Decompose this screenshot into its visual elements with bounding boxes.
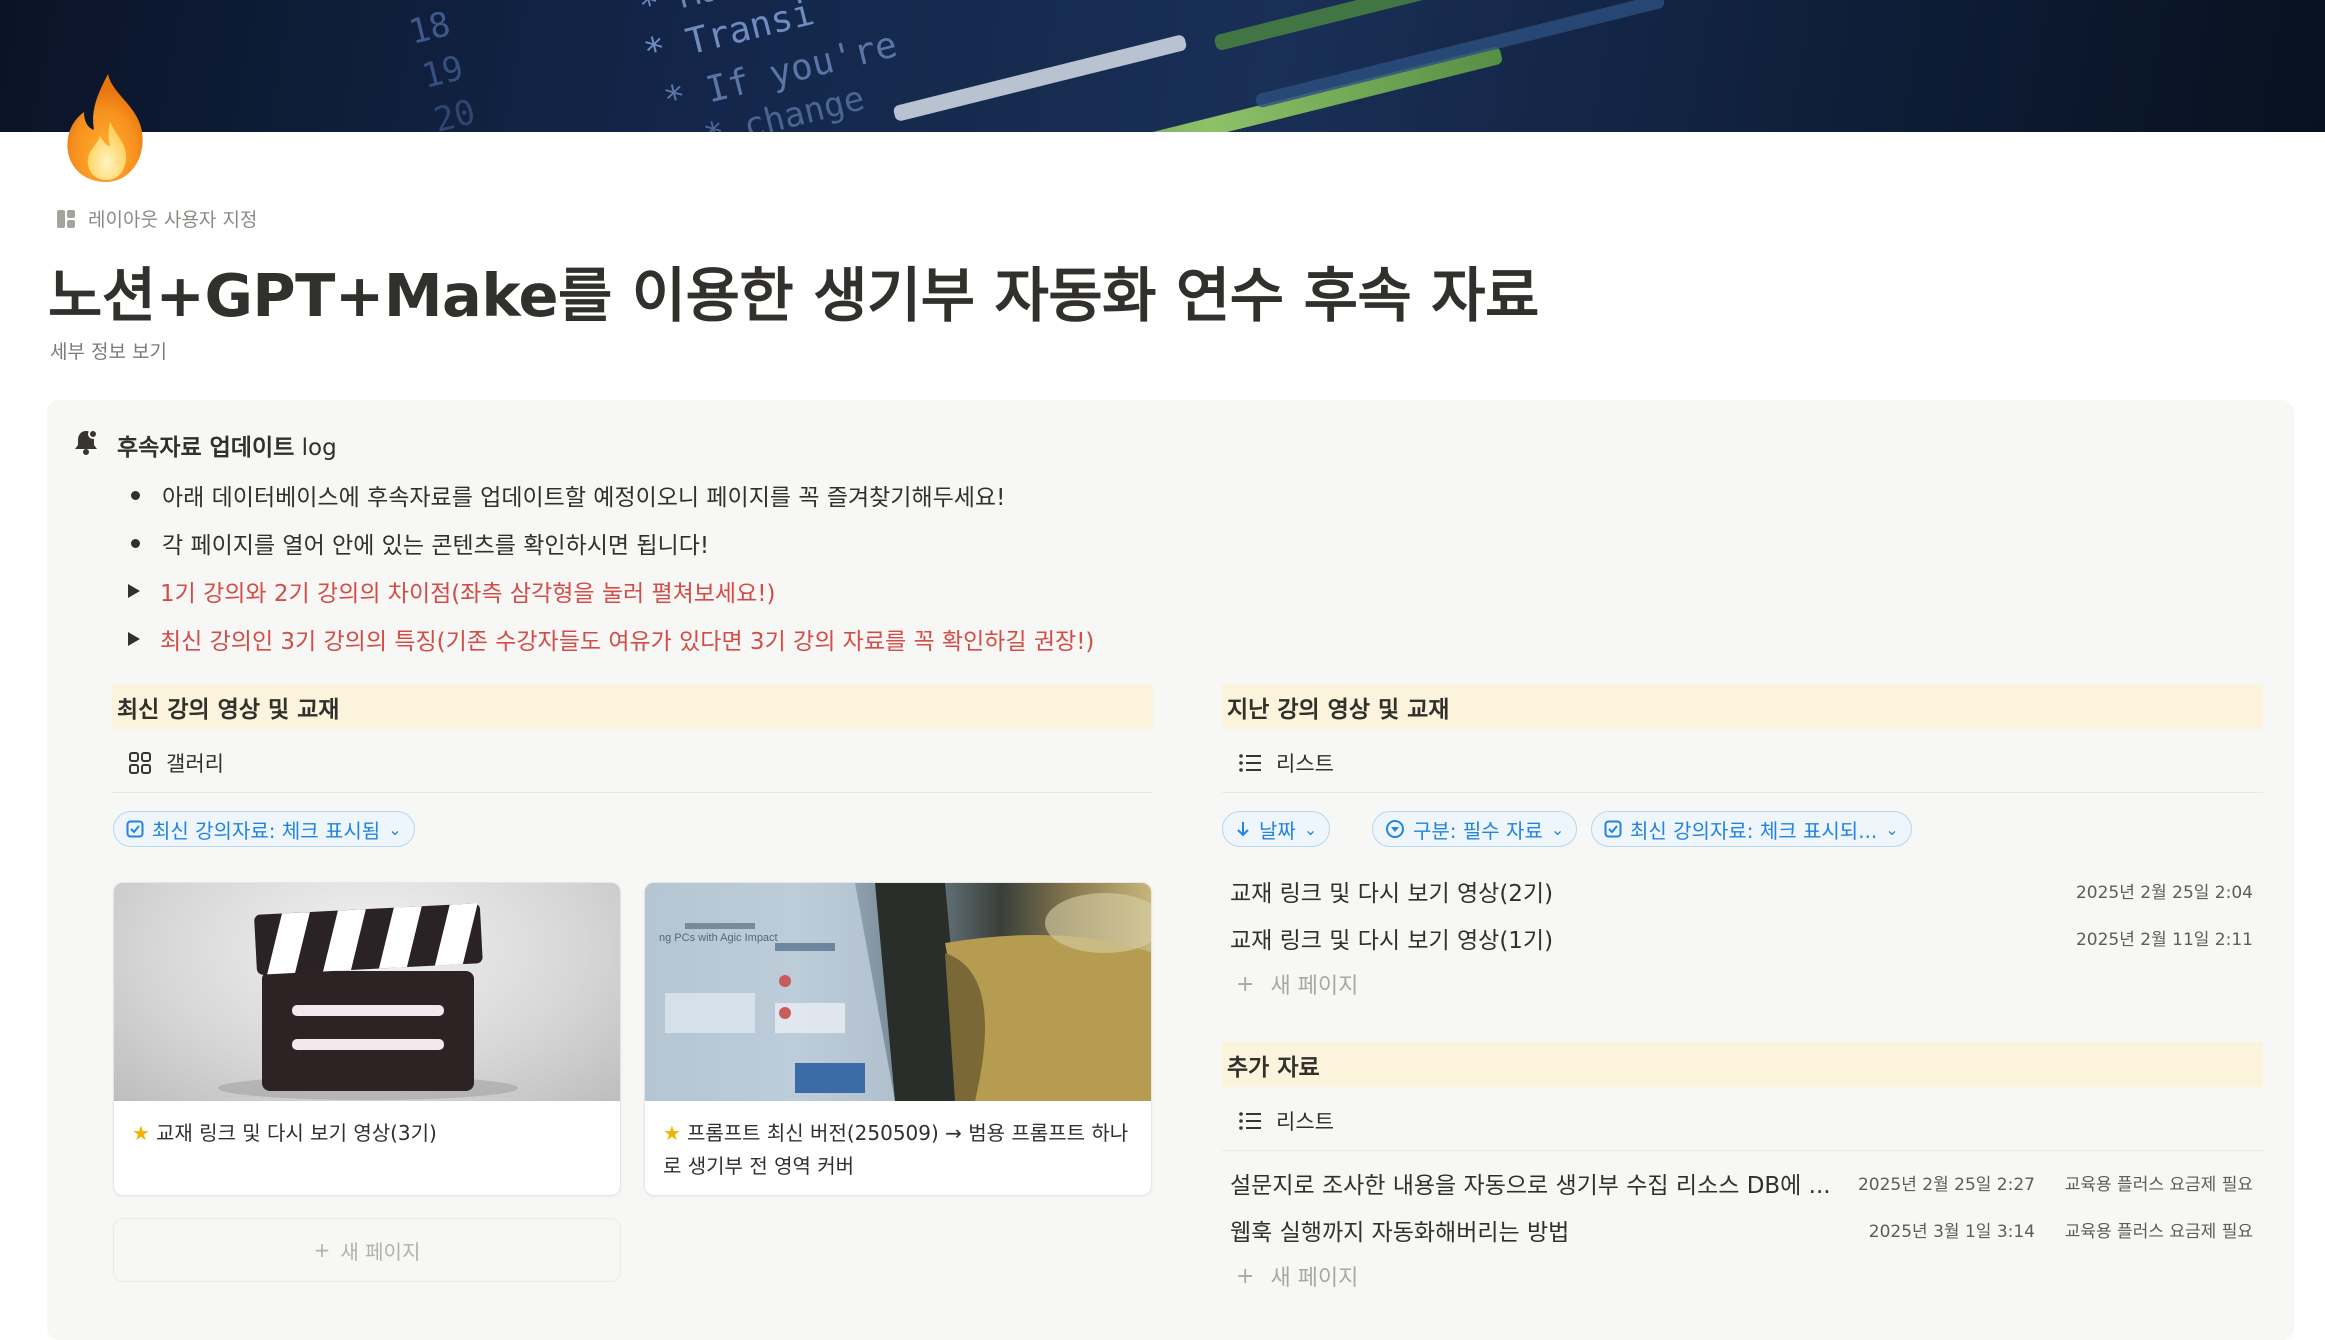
list-view-label: 리스트: [1276, 752, 1334, 776]
checkbox-icon: [126, 820, 144, 838]
cover-highlight: [892, 33, 1188, 123]
chevron-down-icon: ⌄: [1885, 819, 1899, 839]
laptop-photo: ng PCs with Agic Impact: [645, 883, 1151, 1101]
card-cover-clapperboard: [114, 883, 620, 1101]
filter-chip-label: 구분: 필수 자료: [1413, 818, 1543, 843]
extra-section-header: 추가 자료: [1222, 1042, 2263, 1087]
list-item-date: 2025년 2월 25일 2:27: [1857, 1175, 2035, 1195]
view-divider: [1222, 792, 2263, 793]
bullet-dot: [131, 490, 140, 500]
card-title: ★ 교재 링크 및 다시 보기 영상(3기): [132, 1117, 604, 1150]
sort-chip-label: 날짜: [1259, 818, 1296, 843]
plus-icon: +: [1236, 971, 1255, 997]
cover-code-20: 20: [430, 92, 480, 132]
card-cover-laptop: ng PCs with Agic Impact: [645, 883, 1151, 1101]
arrow-down-icon: [1237, 822, 1249, 837]
list-item[interactable]: 교재 링크 및 다시 보기 영상(2기): [1230, 874, 1553, 908]
list-item-date: 2025년 2월 25일 2:04: [2075, 883, 2253, 903]
bullet-text: 각 페이지를 열어 안에 있는 콘텐츠를 확인하시면 됩니다!: [162, 533, 710, 559]
chevron-down-icon: ⌄: [1550, 819, 1565, 839]
callout-title-main: 후속자료 업데이트: [117, 435, 295, 461]
callout-title: 후속자료 업데이트 log: [117, 428, 337, 462]
bullet-item: 아래 데이터베이스에 후속자료를 업데이트할 예정이오니 페이지를 꼭 즐겨찾기…: [128, 478, 1005, 512]
list-item-date: 2025년 3월 1일 3:14: [1868, 1222, 2035, 1242]
past-section-title: 지난 강의 영상 및 교재: [1227, 696, 1450, 723]
gallery-view-label: 갤러리: [166, 752, 224, 776]
list-item[interactable]: 교재 링크 및 다시 보기 영상(1기): [1230, 921, 1553, 955]
callout-title-suffix: log: [294, 435, 337, 461]
star-icon: ★: [132, 1121, 150, 1145]
new-page-label: 새 페이지: [1270, 974, 1359, 999]
card-title: ★ 프롬프트 최신 버전(250509) → 범용 프롬프트 하나로 생기부 전 …: [663, 1117, 1135, 1183]
cover-image[interactable]: 18 19 20 * Make * Transi * If you're * c…: [0, 0, 2325, 132]
toggle-item[interactable]: 1기 강의와 2기 강의의 차이점(좌측 삼각형을 눌러 펼쳐보세요!): [128, 574, 775, 608]
card-title-text: 교재 링크 및 다시 보기 영상(3기): [155, 1121, 437, 1145]
view-details-link[interactable]: 세부 정보 보기: [50, 337, 167, 364]
past-section-header: 지난 강의 영상 및 교재: [1222, 684, 2263, 729]
filter-chip-label: 최신 강의자료: 체크 표시됨: [152, 818, 381, 843]
chevron-down-icon: ⌄: [388, 819, 402, 839]
list-view-tab[interactable]: 리스트: [1238, 748, 1334, 778]
bell-icon[interactable]: [72, 428, 100, 456]
chevron-down-icon: ⌄: [1303, 819, 1318, 839]
toggle-triangle-icon[interactable]: [128, 632, 140, 646]
list-item-date: 2025년 2월 11일 2:11: [2075, 930, 2253, 950]
latest-section-header: 최신 강의 영상 및 교재: [112, 684, 1153, 729]
select-icon: [1386, 820, 1404, 838]
bullet-item: 각 페이지를 열어 안에 있는 콘텐츠를 확인하시면 됩니다!: [128, 526, 709, 560]
extra-section-title: 추가 자료: [1227, 1054, 1320, 1081]
clapperboard-icon: [218, 903, 518, 1100]
layout-icon: [57, 209, 75, 228]
new-page-row-button[interactable]: + 새 페이지: [1236, 968, 1358, 1000]
cover-code-19: 19: [418, 48, 468, 97]
toggle-item[interactable]: 최신 강의인 3기 강의의 특징(기존 수강자들도 여유가 있다면 3기 강의 …: [128, 622, 1094, 656]
sort-chip-date[interactable]: 날짜 ⌄: [1222, 811, 1331, 847]
toggle-text: 최신 강의인 3기 강의의 특징(기존 수강자들도 여유가 있다면 3기 강의 …: [160, 629, 1095, 655]
card-title-text: 프롬프트 최신 버전(250509) → 범용 프롬프트 하나로 생기부 전 영…: [663, 1121, 1129, 1178]
list-icon: [1239, 754, 1261, 772]
bullet-text: 아래 데이터베이스에 후속자료를 업데이트할 예정이오니 페이지를 꼭 즐겨찾기…: [162, 485, 1006, 511]
list-icon: [1239, 1112, 1261, 1130]
toggle-triangle-icon[interactable]: [128, 584, 140, 598]
toggle-text: 1기 강의와 2기 강의의 차이점(좌측 삼각형을 눌러 펼쳐보세요!): [160, 581, 776, 607]
gallery-icon: [129, 752, 151, 774]
new-page-row-button[interactable]: + 새 페이지: [1236, 1260, 1358, 1292]
latest-section-title: 최신 강의 영상 및 교재: [117, 696, 340, 723]
star-icon: ★: [663, 1121, 681, 1145]
list-view-tab[interactable]: 리스트: [1238, 1106, 1334, 1136]
layout-customize-label: 레이아웃 사용자 지정: [88, 209, 258, 231]
view-divider: [112, 792, 1153, 793]
filter-chip-latest[interactable]: 최신 강의자료: 체크 표시됨 ⌄: [113, 811, 415, 847]
filter-chip-label: 최신 강의자료: 체크 표시되...: [1630, 818, 1878, 843]
laptop-screen-text: ng PCs with Agic Impact: [659, 932, 778, 944]
list-item-tag: 교육용 플러스 요금제 필요: [2064, 1222, 2253, 1242]
checkbox-icon: [1604, 820, 1622, 838]
bullet-dot: [131, 538, 140, 548]
gallery-card[interactable]: ★ 교재 링크 및 다시 보기 영상(3기): [113, 882, 621, 1196]
filter-chip-latest[interactable]: 최신 강의자료: 체크 표시되... ⌄: [1591, 811, 1912, 847]
list-item[interactable]: 웹훅 실행까지 자동화해버리는 방법: [1230, 1213, 1569, 1247]
list-view-label: 리스트: [1276, 1110, 1334, 1134]
plus-icon: +: [1236, 1263, 1255, 1289]
page-title[interactable]: 노션+GPT+Make를 이용한 생기부 자동화 연수 후속 자료: [48, 248, 1539, 333]
gallery-card[interactable]: ng PCs with Agic Impact ★ 프롬프트 최신 버전(2505…: [644, 882, 1152, 1196]
fire-emoji-icon[interactable]: [50, 70, 166, 186]
list-item-tag: 교육용 플러스 요금제 필요: [2064, 1175, 2253, 1195]
new-page-label: 새 페이지: [1270, 1266, 1359, 1291]
layout-customize-button[interactable]: 레이아웃 사용자 지정: [56, 205, 257, 232]
new-page-card-button[interactable]: + 새 페이지: [113, 1218, 621, 1282]
gallery-view-tab[interactable]: 갤러리: [128, 748, 224, 778]
list-item[interactable]: 설문지로 조사한 내용을 자동으로 생기부 수집 리소스 DB에 ...: [1230, 1166, 1831, 1200]
cover-code-18: 18: [405, 4, 455, 53]
filter-chip-category[interactable]: 구분: 필수 자료 ⌄: [1372, 811, 1578, 847]
plus-icon: +: [313, 1238, 331, 1262]
view-divider: [1222, 1150, 2263, 1151]
new-page-label: 새 페이지: [340, 1239, 421, 1264]
